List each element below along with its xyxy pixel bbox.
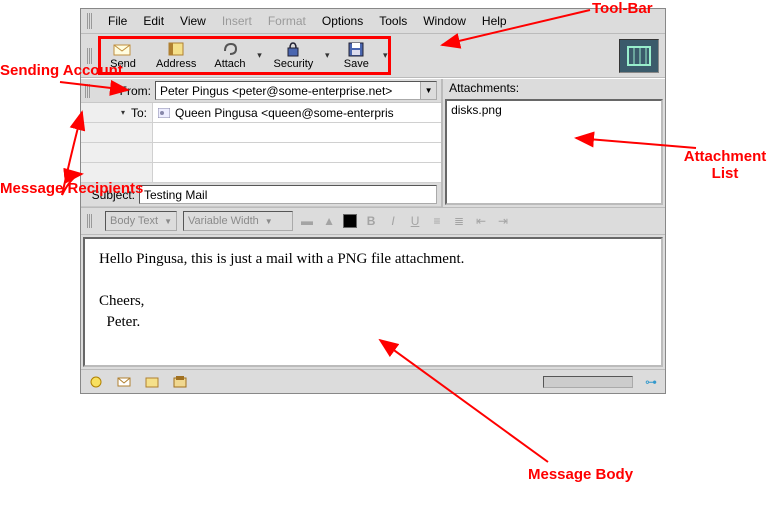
save-dropdown[interactable]: ▾	[380, 37, 390, 74]
recipients-block: ▾ To: Queen Pingusa <queen@some-enterpri…	[81, 103, 441, 183]
subject-field-wrap	[139, 185, 437, 204]
font-size-down[interactable]: ▬	[299, 214, 315, 228]
address-button[interactable]: Address	[147, 37, 205, 74]
recipient-row-1: ▾ To: Queen Pingusa <queen@some-enterpri…	[81, 103, 441, 123]
menu-file[interactable]: File	[101, 12, 134, 30]
menu-view[interactable]: View	[173, 12, 213, 30]
attachments-label: Attachments:	[443, 79, 665, 97]
attach-icon	[219, 40, 241, 58]
send-label: Send	[110, 58, 136, 70]
save-button[interactable]: Save	[332, 37, 380, 74]
status-icon-2[interactable]	[115, 374, 133, 390]
from-dropdown-icon[interactable]: ▼	[420, 82, 436, 99]
menubar-grip	[87, 13, 93, 29]
security-icon	[282, 40, 304, 58]
font-text: Variable Width	[188, 215, 259, 227]
attach-label: Attach	[214, 58, 245, 70]
security-dropdown[interactable]: ▾	[322, 37, 332, 74]
from-row: From: ▼	[81, 79, 441, 103]
save-icon	[345, 40, 367, 58]
attach-button[interactable]: Attach	[205, 37, 254, 74]
security-button[interactable]: Security	[265, 37, 323, 74]
recipient-value[interactable]: Queen Pingusa <queen@some-enterpris	[153, 106, 441, 120]
format-grip	[87, 214, 93, 228]
recipient-type-label: To:	[131, 106, 147, 120]
subject-input[interactable]	[140, 188, 436, 202]
app-logo	[619, 39, 659, 73]
message-body[interactable]: Hello Pingusa, this is just a mail with …	[83, 237, 663, 367]
annotation-message-body: Message Body	[528, 466, 633, 483]
status-icon-3[interactable]	[143, 374, 161, 390]
attachments-list[interactable]: disks.png	[445, 99, 663, 205]
attachment-item[interactable]: disks.png	[451, 103, 657, 117]
bold-button[interactable]: B	[363, 214, 379, 228]
outdent-button[interactable]: ⇤	[473, 214, 489, 228]
address-label: Address	[156, 58, 196, 70]
menu-edit[interactable]: Edit	[136, 12, 171, 30]
paragraph-style-text: Body Text	[110, 215, 158, 227]
from-grip	[85, 84, 91, 98]
compose-window: File Edit View Insert Format Options Too…	[80, 8, 666, 394]
status-progress	[543, 376, 633, 388]
underline-button[interactable]: U	[407, 214, 423, 228]
headers-left: From: ▼ ▾ To: Queen Pingusa <queen@some-…	[81, 79, 443, 207]
menu-help[interactable]: Help	[475, 12, 514, 30]
chevron-down-icon: ▼	[265, 217, 273, 226]
contact-card-icon	[157, 107, 171, 119]
recipient-empty-type-3[interactable]	[81, 143, 153, 162]
text-color-swatch[interactable]	[343, 214, 357, 228]
subject-row: Subject:	[81, 183, 441, 207]
from-combo[interactable]: ▼	[155, 81, 437, 100]
send-button[interactable]: Send	[99, 37, 147, 74]
status-icon-4[interactable]	[171, 374, 189, 390]
online-indicator-icon[interactable]: ⊶	[643, 375, 659, 389]
annotation-attachment-list: Attachment List	[680, 148, 770, 183]
menu-tools[interactable]: Tools	[372, 12, 414, 30]
font-combo[interactable]: Variable Width ▼	[183, 211, 293, 231]
toolbar-grip	[87, 48, 93, 64]
headers-area: From: ▼ ▾ To: Queen Pingusa <queen@some-…	[81, 78, 665, 207]
menubar: File Edit View Insert Format Options Too…	[81, 9, 665, 34]
font-size-up[interactable]: ▲	[321, 214, 337, 228]
menu-format[interactable]: Format	[261, 12, 313, 30]
number-list-button[interactable]: ≣	[451, 214, 467, 228]
send-icon	[112, 40, 134, 58]
recipient-empty-type[interactable]	[81, 123, 153, 142]
toolbar-row: Send Address Attach ▾ Security	[81, 34, 665, 78]
from-label: From:	[101, 84, 151, 98]
recipient-row-3[interactable]	[81, 143, 441, 163]
security-label: Security	[274, 58, 314, 70]
menu-options[interactable]: Options	[315, 12, 370, 30]
indent-button[interactable]: ⇥	[495, 214, 511, 228]
paragraph-style-combo[interactable]: Body Text ▼	[105, 211, 177, 231]
chevron-down-icon: ▼	[164, 217, 172, 226]
from-input[interactable]	[156, 84, 420, 98]
menu-insert[interactable]: Insert	[215, 12, 259, 30]
recipient-type-left-icon: ▾	[118, 108, 128, 117]
recipient-row-2[interactable]	[81, 123, 441, 143]
attachments-pane: Attachments: disks.png	[443, 79, 665, 207]
recipient-type-selector[interactable]: ▾ To:	[81, 103, 153, 122]
address-icon	[165, 40, 187, 58]
subject-label: Subject:	[85, 188, 135, 202]
toolbar: Send Address Attach ▾ Security	[99, 37, 390, 74]
format-bar: Body Text ▼ Variable Width ▼ ▬ ▲ B I U ≡…	[81, 207, 665, 235]
recipient-empty-type-4[interactable]	[81, 163, 153, 182]
save-label: Save	[344, 58, 369, 70]
attach-dropdown[interactable]: ▾	[255, 37, 265, 74]
status-icon-1[interactable]	[87, 374, 105, 390]
recipient-text: Queen Pingusa <queen@some-enterpris	[175, 106, 394, 120]
bullet-list-button[interactable]: ≡	[429, 214, 445, 228]
recipient-row-4[interactable]	[81, 163, 441, 183]
italic-button[interactable]: I	[385, 214, 401, 228]
menu-window[interactable]: Window	[416, 12, 473, 30]
status-bar: ⊶	[81, 369, 665, 393]
